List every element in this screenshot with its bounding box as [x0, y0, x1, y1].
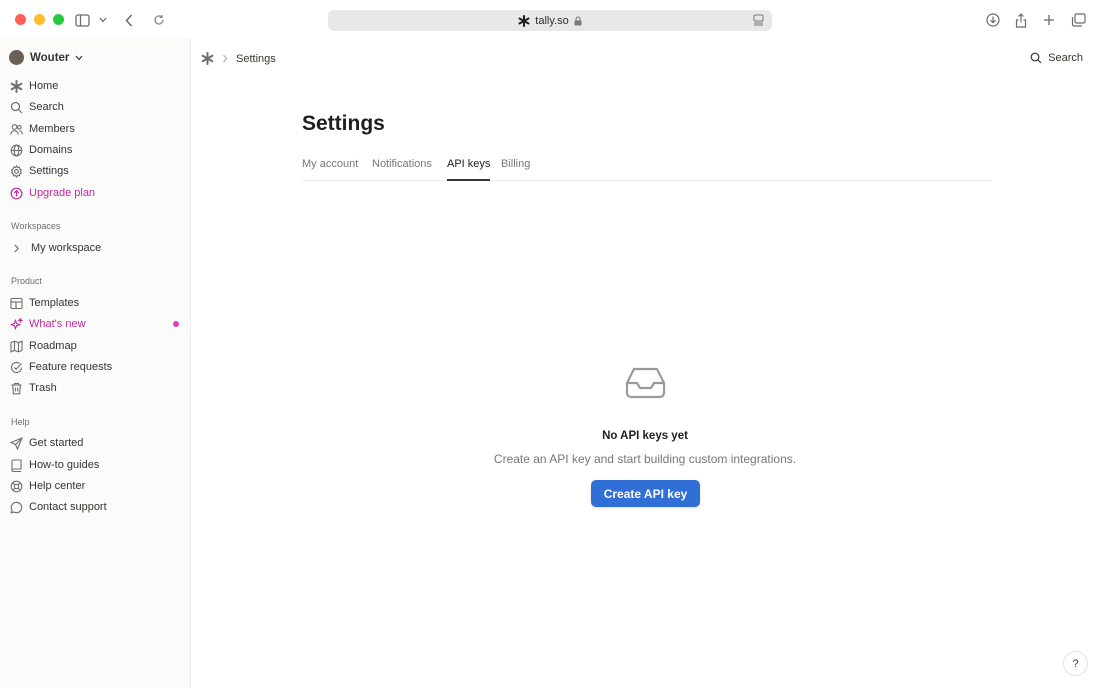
feature-icon [10, 361, 23, 373]
map-icon [10, 339, 23, 353]
lifebuoy-icon [10, 480, 23, 492]
sidebar-item-label: Search [29, 101, 64, 113]
minimize-window-button[interactable] [34, 14, 45, 25]
chevron-right-icon [223, 54, 228, 63]
sidebar-item-roadmap[interactable]: Roadmap [10, 337, 77, 355]
avatar [9, 50, 24, 65]
lock-icon [574, 15, 582, 25]
sidebar: Wouter Home Search Members Domains Setti… [0, 38, 191, 688]
sidebar-item-domains[interactable]: Domains [10, 141, 72, 159]
help-heading: Help [11, 417, 30, 427]
sidebar-item-help-center[interactable]: Help center [10, 477, 85, 495]
search-button[interactable]: Search [1030, 52, 1083, 64]
workspaces-heading: Workspaces [11, 221, 61, 231]
upgrade-icon [10, 187, 23, 199]
search-label: Search [1048, 52, 1083, 64]
share-icon[interactable] [1011, 10, 1031, 30]
sidebar-item-members[interactable]: Members [10, 120, 75, 138]
breadcrumb: Settings [201, 52, 276, 65]
chevron-right-icon[interactable] [10, 242, 23, 255]
empty-state-title: No API keys yet [602, 430, 688, 442]
page-topbar: Settings Search [192, 38, 1100, 80]
asterisk-icon [10, 79, 23, 93]
page-title: Settings [302, 112, 385, 135]
sidebar-item-feature-requests[interactable]: Feature requests [10, 358, 112, 376]
sidebar-item-label: My workspace [31, 242, 102, 254]
close-window-button[interactable] [15, 14, 26, 25]
trash-icon [11, 382, 22, 394]
address-bar[interactable]: tally.so [328, 10, 772, 31]
reload-icon[interactable] [149, 10, 169, 30]
sidebar-item-trash[interactable]: Trash [10, 379, 57, 397]
globe-icon [10, 144, 23, 156]
sidebar-item-label: Members [29, 123, 75, 135]
sidebar-item-my-workspace[interactable]: My workspace [10, 239, 101, 257]
sidebar-item-label: What's new [29, 318, 86, 330]
reader-icon[interactable] [753, 14, 764, 29]
download-icon[interactable] [983, 10, 1003, 30]
window-controls [15, 14, 64, 25]
sidebar-item-search[interactable]: Search [10, 98, 64, 116]
asterisk-icon[interactable] [201, 52, 214, 65]
account-switcher[interactable]: Wouter [9, 50, 83, 65]
notification-dot [173, 321, 179, 327]
help-button[interactable]: ? [1063, 651, 1088, 676]
sidebar-item-templates[interactable]: Templates [10, 294, 79, 312]
sidebar-item-label: Help center [29, 480, 86, 492]
sidebar-item-label: Upgrade plan [29, 187, 96, 199]
site-favicon-icon [518, 14, 530, 27]
breadcrumb-current[interactable]: Settings [236, 53, 276, 65]
browser-toolbar: tally.so [0, 0, 1100, 38]
product-heading: Product [11, 276, 43, 286]
sparkle-icon [10, 317, 23, 330]
sidebar-item-whats-new[interactable]: What's new [10, 315, 86, 333]
search-icon [10, 101, 23, 113]
sidebar-item-label: Roadmap [29, 340, 77, 352]
tab-overview-icon[interactable] [1068, 10, 1088, 30]
tab-my-account[interactable]: My account [302, 158, 358, 181]
empty-state-subtitle: Create an API key and start building cus… [493, 452, 797, 466]
maximize-window-button[interactable] [53, 14, 64, 25]
sidebar-item-label: Domains [29, 144, 73, 156]
sidebar-item-settings[interactable]: Settings [10, 162, 69, 180]
back-icon[interactable] [119, 10, 139, 30]
chevron-down-icon [75, 55, 83, 60]
new-tab-icon[interactable] [1039, 10, 1059, 30]
users-icon [10, 123, 23, 135]
tab-api-keys[interactable]: API keys [447, 158, 491, 181]
sidebar-item-label: Contact support [29, 501, 107, 513]
tab-billing[interactable]: Billing [501, 158, 530, 181]
settings-tabs: My account Notifications API keys Billin… [302, 157, 992, 181]
sidebar-toggle-icon[interactable] [72, 10, 92, 30]
user-name: Wouter [30, 51, 70, 64]
inbox-icon [625, 367, 666, 399]
url-text: tally.so [535, 14, 569, 27]
sidebar-item-label: Settings [29, 165, 69, 177]
gear-icon [10, 164, 23, 178]
create-api-key-button[interactable]: Create API key [591, 480, 700, 507]
tab-notifications[interactable]: Notifications [372, 158, 432, 181]
sidebar-item-label: Feature requests [29, 361, 113, 373]
sidebar-item-label: Home [29, 80, 59, 92]
chat-icon [10, 501, 23, 514]
chevron-down-icon[interactable] [93, 10, 113, 30]
search-icon [1030, 52, 1042, 64]
sidebar-item-label: Templates [29, 297, 80, 309]
sidebar-item-contact-support[interactable]: Contact support [10, 498, 107, 516]
sidebar-item-upgrade-plan[interactable]: Upgrade plan [10, 184, 95, 202]
templates-icon [10, 297, 23, 309]
sidebar-item-label: Trash [29, 382, 57, 394]
sidebar-item-home[interactable]: Home [10, 77, 58, 95]
